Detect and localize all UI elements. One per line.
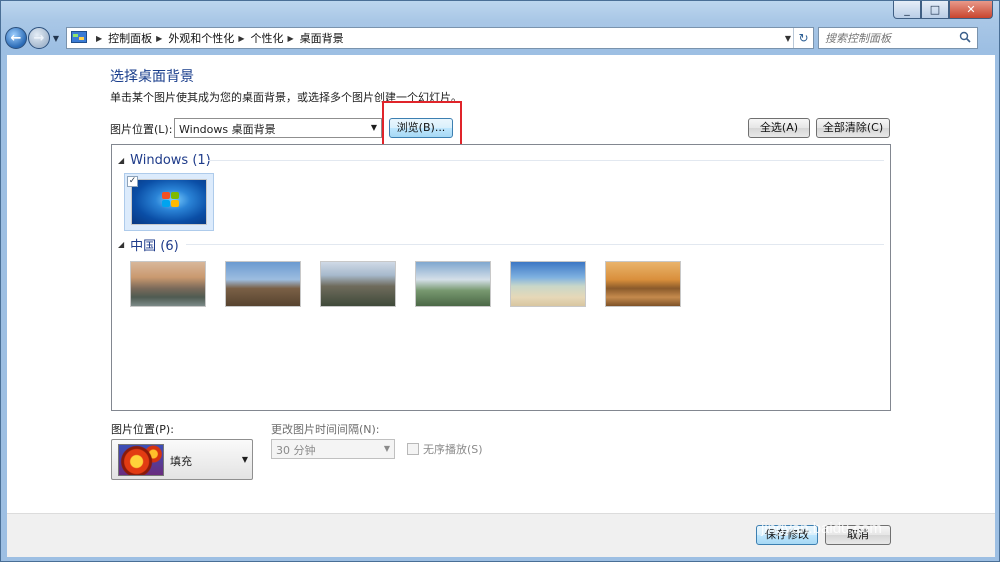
shuffle-option[interactable]: 无序播放(S) [407, 441, 483, 457]
control-panel-window: _ □ ✕ ← → ▼ ▶ 控制面板 ▶ 外观和个性化 ▶ 个性化 ▶ 桌面背景… [0, 0, 1000, 562]
wallpaper-thumbnail[interactable] [415, 261, 491, 307]
back-arrow-icon[interactable]: ← [5, 27, 27, 49]
breadcrumb-separator-icon[interactable]: ▶ [287, 34, 293, 43]
group-divider [186, 244, 884, 245]
interval-value: 30 分钟 [276, 444, 316, 457]
wallpaper-thumbnail[interactable] [131, 179, 207, 225]
breadcrumb-personalization[interactable]: 个性化 [250, 30, 283, 46]
caption-buttons: _ □ ✕ [893, 1, 993, 19]
content-area: 选择桌面背景 单击某个图片使其成为您的桌面背景，或选择多个图片创建一个幻灯片。 … [7, 55, 995, 513]
group-divider [208, 160, 884, 161]
select-all-button[interactable]: 全选(A) [748, 118, 810, 138]
search-box[interactable] [818, 27, 978, 49]
search-input[interactable] [825, 31, 955, 45]
address-bar[interactable]: ▶ 控制面板 ▶ 外观和个性化 ▶ 个性化 ▶ 桌面背景 ▼ ↻ [66, 27, 814, 49]
wallpaper-checkbox[interactable]: ✓ [127, 176, 138, 187]
breadcrumb-desktop-background[interactable]: 桌面背景 [300, 30, 344, 46]
position-preview-image [118, 444, 164, 476]
chevron-down-icon: ▼ [383, 444, 390, 453]
search-icon[interactable] [959, 31, 971, 43]
picture-position-label: 图片位置(P): [111, 423, 174, 436]
collapse-triangle-icon[interactable]: ◢ [118, 240, 124, 249]
picture-position-value: 填充 [170, 455, 192, 468]
picture-location-label: 图片位置(L): [110, 123, 173, 136]
collapse-triangle-icon[interactable]: ◢ [118, 156, 124, 165]
wallpaper-thumbnail[interactable] [510, 261, 586, 307]
page-title: 选择桌面背景 [110, 69, 194, 85]
picture-position-select[interactable]: 填充 ▼ [111, 439, 253, 480]
wallpaper-item-windows[interactable]: ✓ [124, 173, 214, 231]
wallpaper-thumbnail[interactable] [320, 261, 396, 307]
close-button[interactable]: ✕ [949, 1, 993, 19]
wallpaper-thumbnail[interactable] [130, 261, 206, 307]
wallpaper-thumbnail[interactable] [605, 261, 681, 307]
recent-pages-dropdown-icon[interactable]: ▼ [50, 34, 62, 43]
group-header-china[interactable]: ◢ 中国 (6) [118, 235, 179, 254]
breadcrumb-separator-icon[interactable]: ▶ [156, 34, 162, 43]
breadcrumb-separator-icon: ▶ [96, 33, 103, 43]
group-header-windows[interactable]: ◢ Windows (1) [118, 151, 211, 169]
forward-arrow-icon[interactable]: → [28, 27, 50, 49]
picture-location-select[interactable]: Windows 桌面背景 ▼ [174, 118, 382, 138]
clear-all-button[interactable]: 全部清除(C) [816, 118, 890, 138]
minimize-button[interactable]: _ [893, 1, 921, 19]
breadcrumb-separator-icon[interactable]: ▶ [238, 34, 244, 43]
navigation-bar: ← → ▼ ▶ 控制面板 ▶ 外观和个性化 ▶ 个性化 ▶ 桌面背景 ▼ ↻ [5, 25, 995, 51]
group-title: 中国 (6) [130, 238, 179, 254]
shuffle-label: 无序播放(S) [423, 443, 483, 456]
breadcrumb-appearance[interactable]: 外观和个性化 [168, 30, 234, 46]
shuffle-checkbox[interactable] [407, 443, 419, 455]
watermark-brand: Bai du 经验 [761, 474, 973, 516]
control-panel-icon [71, 31, 89, 45]
group-title: Windows (1) [130, 152, 211, 168]
windows-logo-icon [162, 192, 180, 208]
chevron-down-icon: ▼ [370, 123, 377, 132]
interval-label: 更改图片时间间隔(N): [271, 423, 380, 436]
watermark-url: jingyan.baidu.com [761, 520, 882, 537]
breadcrumb-control-panel[interactable]: 控制面板 [108, 30, 152, 46]
wallpaper-list-pane[interactable]: ◢ Windows (1) ✓ ◢ 中国 (6) [111, 144, 891, 411]
interval-select[interactable]: 30 分钟 ▼ [271, 439, 395, 459]
chevron-down-icon: ▼ [241, 455, 248, 464]
refresh-icon[interactable]: ↻ [793, 28, 813, 48]
picture-location-value: Windows 桌面背景 [179, 123, 276, 136]
maximize-button[interactable]: □ [921, 1, 949, 19]
address-dropdown-icon[interactable]: ▼ [785, 34, 791, 43]
wallpaper-thumbnail[interactable] [225, 261, 301, 307]
